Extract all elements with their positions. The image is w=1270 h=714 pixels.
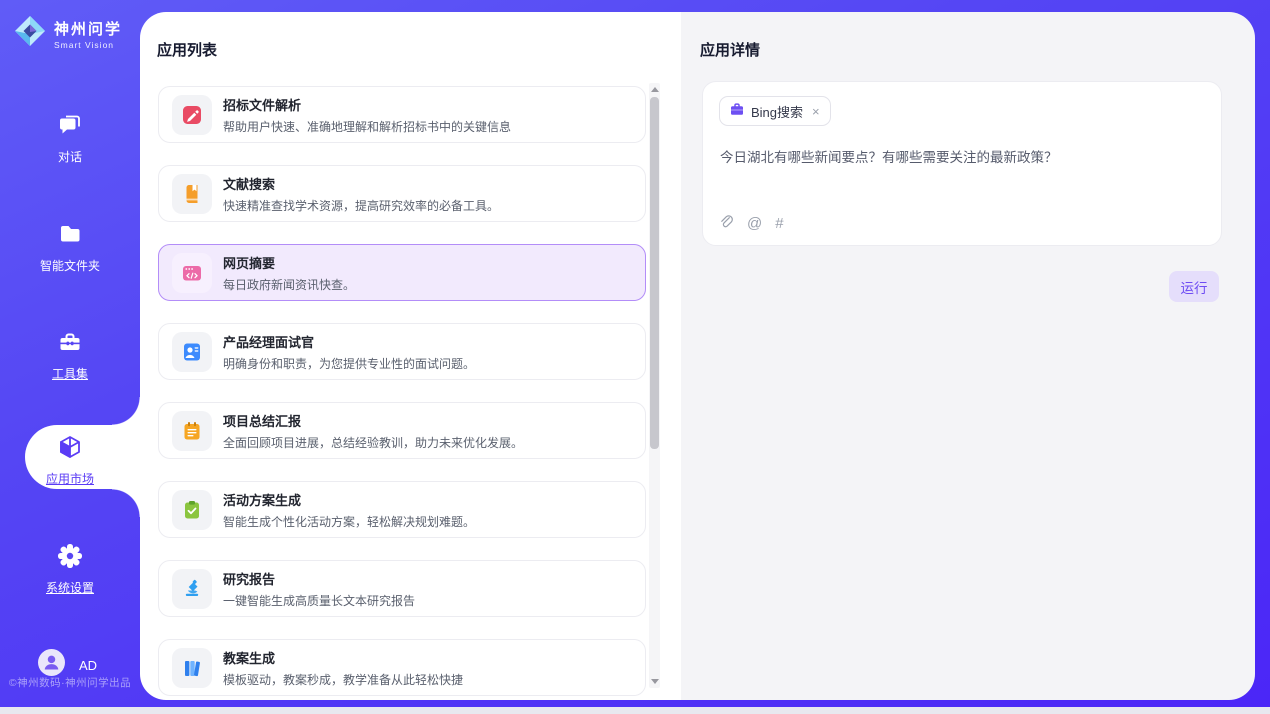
tool-chip-bing-search[interactable]: Bing搜索 ×: [719, 96, 831, 126]
app-item-desc: 智能生成个性化活动方案，轻松解决规划难题。: [223, 513, 475, 530]
sidebar-item-toolset[interactable]: 工具集: [0, 329, 140, 382]
run-button[interactable]: 运行: [1169, 271, 1219, 302]
at-icon[interactable]: @: [747, 215, 762, 232]
app-item-desc: 明确身份和职责，为您提供专业性的面试问题。: [223, 355, 475, 372]
app-logo: 神州问学 Smart Vision: [12, 13, 122, 54]
folder-icon: [57, 221, 83, 252]
app-item-desc: 帮助用户快速、准确地理解和解析招标书中的关键信息: [223, 118, 511, 135]
interviewer-icon: [172, 332, 212, 372]
note-icon: [172, 411, 212, 451]
app-detail-title: 应用详情: [700, 39, 760, 60]
app-item-title: 项目总结汇报: [223, 411, 523, 430]
app-item-web-summary[interactable]: 网页摘要 每日政府新闻资讯快查。: [158, 244, 646, 301]
sidebar-item-label: 系统设置: [46, 579, 94, 596]
main-content: 应用列表 招标文件解析 帮助用户快速、准确地理解和解析招标书中的关键信息: [140, 12, 1255, 700]
app-list: 招标文件解析 帮助用户快速、准确地理解和解析招标书中的关键信息 文献搜索 快速精…: [158, 86, 646, 700]
pen-icon: [172, 95, 212, 135]
app-item-title: 产品经理面试官: [223, 332, 475, 351]
app-item-title: 文献搜索: [223, 174, 499, 193]
sidebar-item-label: 智能文件夹: [40, 257, 100, 274]
sidebar-item-app-market[interactable]: 应用市场: [0, 434, 140, 487]
brand-text: 神州问学 Smart Vision: [54, 18, 122, 50]
input-toolbar: @ #: [718, 213, 784, 234]
sidebar-item-label: 工具集: [52, 365, 88, 382]
book-icon: [172, 174, 212, 214]
clipboard-icon: [172, 490, 212, 530]
scroll-down-icon[interactable]: [651, 679, 659, 684]
app-item-title: 教案生成: [223, 648, 463, 667]
chat-icon: [57, 112, 83, 143]
app-item-pm-interviewer[interactable]: 产品经理面试官 明确身份和职责，为您提供专业性的面试问题。: [158, 323, 646, 380]
user-initials: AD: [79, 658, 97, 673]
app-item-bid-analysis[interactable]: 招标文件解析 帮助用户快速、准确地理解和解析招标书中的关键信息: [158, 86, 646, 143]
diamond-logo-icon: [12, 13, 48, 54]
copyright-footer: ©神州数码·神州问学出品: [0, 675, 140, 690]
brand-subtitle: Smart Vision: [54, 40, 122, 50]
app-item-title: 招标文件解析: [223, 95, 511, 114]
close-icon[interactable]: ×: [812, 104, 820, 119]
sidebar-item-label: 对话: [58, 148, 82, 165]
sidebar-item-system-settings[interactable]: 系统设置: [0, 543, 140, 596]
paperclip-icon[interactable]: [718, 213, 734, 234]
books-icon: [172, 648, 212, 688]
app-item-activity-plan[interactable]: 活动方案生成 智能生成个性化活动方案，轻松解决规划难题。: [158, 481, 646, 538]
list-scrollbar[interactable]: [649, 83, 660, 688]
prompt-card: Bing搜索 × 今日湖北有哪些新闻要点？有哪些需要关注的最新政策？ @ #: [702, 81, 1222, 246]
app-item-desc: 一键智能生成高质量长文本研究报告: [223, 592, 415, 609]
sidebar: 神州问学 Smart Vision 对话 智能文件夹: [0, 0, 140, 707]
toolbox-icon: [57, 329, 83, 360]
tool-chip-label: Bing搜索: [751, 102, 803, 121]
app-item-desc: 每日政府新闻资讯快查。: [223, 276, 355, 293]
app-item-title: 研究报告: [223, 569, 415, 588]
app-item-lesson-plan[interactable]: 教案生成 模板驱动，教案秒成，教学准备从此轻松快捷: [158, 639, 646, 696]
scrollbar-thumb[interactable]: [650, 97, 659, 449]
app-item-literature-search[interactable]: 文献搜索 快速精准查找学术资源，提高研究效率的必备工具。: [158, 165, 646, 222]
app-item-title: 网页摘要: [223, 253, 355, 272]
app-item-project-summary[interactable]: 项目总结汇报 全面回顾项目进展，总结经验教训，助力未来优化发展。: [158, 402, 646, 459]
brand-name: 神州问学: [54, 18, 122, 39]
app-item-title: 活动方案生成: [223, 490, 475, 509]
app-item-desc: 快速精准查找学术资源，提高研究效率的必备工具。: [223, 197, 499, 214]
microscope-icon: [172, 569, 212, 609]
briefcase-icon: [730, 102, 744, 121]
hash-icon[interactable]: #: [775, 215, 783, 232]
app-list-panel: 应用列表 招标文件解析 帮助用户快速、准确地理解和解析招标书中的关键信息: [140, 12, 681, 700]
sidebar-item-label: 应用市场: [46, 470, 94, 487]
app-item-research-report[interactable]: 研究报告 一键智能生成高质量长文本研究报告: [158, 560, 646, 617]
sidebar-item-smart-folder[interactable]: 智能文件夹: [0, 221, 140, 274]
app-item-desc: 模板驱动，教案秒成，教学准备从此轻松快捷: [223, 671, 463, 688]
app-item-desc: 全面回顾项目进展，总结经验教训，助力未来优化发展。: [223, 434, 523, 451]
app-detail-panel: 应用详情 Bing搜索 × 今日湖北有哪些新闻要点？有哪些需要关注的最新政策？: [681, 12, 1255, 700]
browser-icon: [172, 253, 212, 293]
app-list-title: 应用列表: [157, 39, 217, 60]
query-input[interactable]: 今日湖北有哪些新闻要点？有哪些需要关注的最新政策？: [720, 146, 1201, 166]
sidebar-item-chat[interactable]: 对话: [0, 112, 140, 165]
scroll-up-icon[interactable]: [651, 87, 659, 92]
cube-icon: [57, 434, 83, 465]
window-bottom-edge: [0, 707, 1270, 714]
gear-icon: [57, 543, 83, 574]
